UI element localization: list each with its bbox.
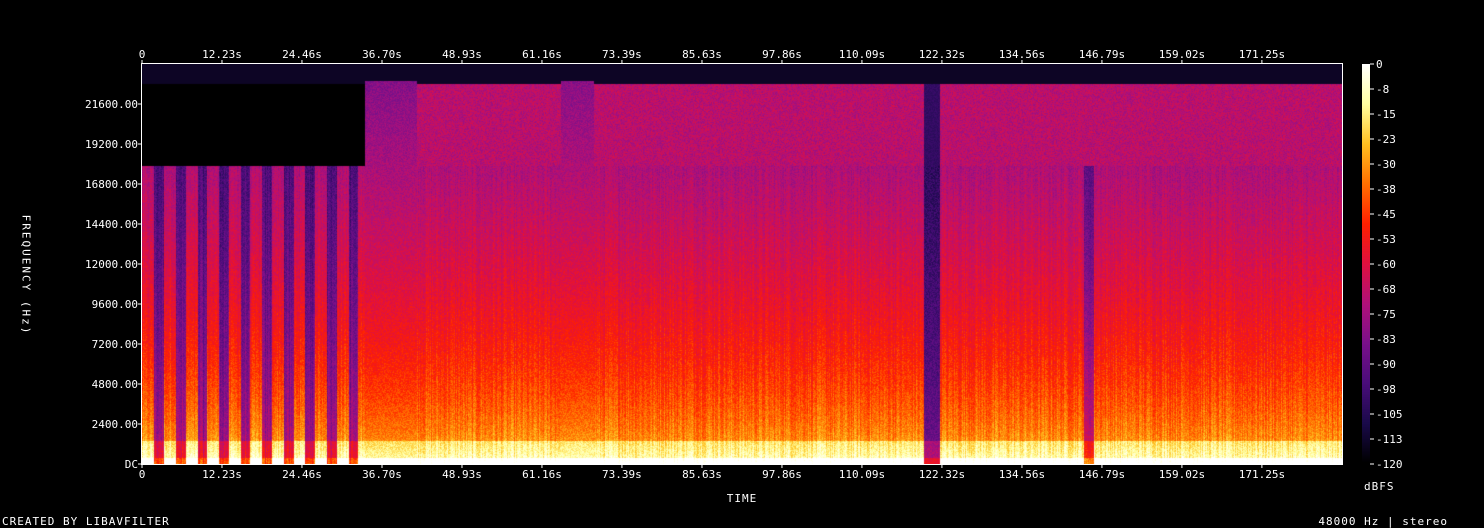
- x-tick-label-bottom: 171.25s: [1239, 468, 1285, 481]
- y-tick-label: 4800.00: [92, 378, 138, 391]
- x-tick-label-top: 0: [139, 48, 146, 61]
- x-tick-label-top: 97.86s: [762, 48, 802, 61]
- x-tick-label-top: 122.32s: [919, 48, 965, 61]
- colorbar-label: dBFS: [1364, 480, 1395, 493]
- x-tick-label-bottom: 122.32s: [919, 468, 965, 481]
- x-tick-label-top: 146.79s: [1079, 48, 1125, 61]
- x-tick-label-top: 61.16s: [522, 48, 562, 61]
- colorbar-tick-label: -60: [1376, 258, 1396, 271]
- colorbar-tick-label: -98: [1376, 383, 1396, 396]
- x-tick-label-bottom: 159.02s: [1159, 468, 1205, 481]
- x-tick-label-top: 12.23s: [202, 48, 242, 61]
- x-axis-bottom: 0 12.23s 24.46s 36.70s 48.93s 61.16s 73.39s 85.…: [139, 464, 1285, 481]
- y-tick-label: 21600.00: [85, 98, 138, 111]
- y-axis-label-wrap: FREQUENCY (Hz): [16, 200, 36, 350]
- colorbar-tick-label: -53: [1376, 233, 1396, 246]
- y-tick-label: 9600.00: [92, 298, 138, 311]
- colorbar-tick-label: -23: [1376, 133, 1396, 146]
- colorbar: [1362, 64, 1370, 464]
- x-tick-label-top: 36.70s: [362, 48, 402, 61]
- x-axis-label: TIME: [726, 492, 758, 505]
- plot-frame: [141, 63, 1343, 465]
- colorbar-tick-label: -113: [1376, 433, 1403, 446]
- spectrogram-figure: 0 12.23s 24.46s 36.70s 48.93s 61.16s 73.39s 85.…: [0, 0, 1484, 528]
- colorbar-tick-label: -15: [1376, 108, 1396, 121]
- x-tick-label-top: 171.25s: [1239, 48, 1285, 61]
- colorbar-tick-label: -105: [1376, 408, 1403, 421]
- colorbar-tick-label: -38: [1376, 183, 1396, 196]
- y-axis-label: FREQUENCY (Hz): [19, 214, 33, 336]
- chart-axes: 0 12.23s 24.46s 36.70s 48.93s 61.16s 73.39s 85.…: [85, 48, 1403, 481]
- y-tick-label: 2400.00: [92, 418, 138, 431]
- x-tick-label-bottom: 134.56s: [999, 468, 1045, 481]
- colorbar-tick-label: -30: [1376, 158, 1396, 171]
- colorbar-tick-label: -90: [1376, 358, 1396, 371]
- colorbar-tick-label: -68: [1376, 283, 1396, 296]
- x-tick-label-bottom: 110.09s: [839, 468, 885, 481]
- y-tick-label: 7200.00: [92, 338, 138, 351]
- y-tick-label: DC: [125, 458, 138, 471]
- colorbar-tick-label: -45: [1376, 208, 1396, 221]
- x-tick-label-bottom: 0: [139, 468, 146, 481]
- colorbar-tick-label: -75: [1376, 308, 1396, 321]
- x-tick-label-bottom: 73.39s: [602, 468, 642, 481]
- x-tick-label-bottom: 36.70s: [362, 468, 402, 481]
- x-tick-label-bottom: 24.46s: [282, 468, 322, 481]
- x-tick-label-top: 159.02s: [1159, 48, 1205, 61]
- x-tick-label-bottom: 85.63s: [682, 468, 722, 481]
- y-tick-label: 19200.00: [85, 138, 138, 151]
- colorbar-tick-label: -83: [1376, 333, 1396, 346]
- colorbar-tick-label: -8: [1376, 83, 1389, 96]
- x-tick-label-bottom: 61.16s: [522, 468, 562, 481]
- colorbar-tick-label: -120: [1376, 458, 1403, 471]
- x-tick-label-top: 24.46s: [282, 48, 322, 61]
- footer-format: 48000 Hz | stereo: [1318, 515, 1448, 528]
- x-tick-label-bottom: 97.86s: [762, 468, 802, 481]
- x-tick-label-bottom: 12.23s: [202, 468, 242, 481]
- x-tick-label-top: 85.63s: [682, 48, 722, 61]
- y-tick-label: 14400.00: [85, 218, 138, 231]
- y-tick-label: 12000.00: [85, 258, 138, 271]
- footer-credit: CREATED BY LIBAVFILTER: [2, 515, 170, 528]
- x-tick-label-bottom: 48.93s: [442, 468, 482, 481]
- y-tick-label: 16800.00: [85, 178, 138, 191]
- y-axis: DC 2400.00 4800.00 7200.00 9600.00 12000.00 14…: [85, 98, 142, 471]
- x-tick-label-bottom: 146.79s: [1079, 468, 1125, 481]
- x-tick-label-top: 110.09s: [839, 48, 885, 61]
- x-axis-top: 0 12.23s 24.46s 36.70s 48.93s 61.16s 73.39s 85.…: [139, 48, 1285, 64]
- x-tick-label-top: 48.93s: [442, 48, 482, 61]
- x-tick-label-top: 134.56s: [999, 48, 1045, 61]
- colorbar-axis: 0 -8 -15 -23 -30 -38 -45 -53 -60 -68 -75 -83 -90 -98 -…: [1370, 58, 1403, 471]
- x-tick-label-top: 73.39s: [602, 48, 642, 61]
- colorbar-tick-label: 0: [1376, 58, 1383, 71]
